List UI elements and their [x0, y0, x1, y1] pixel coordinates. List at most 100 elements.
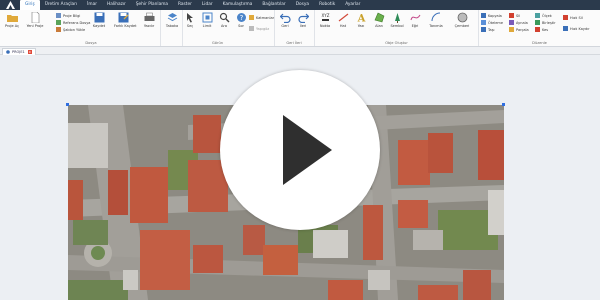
- tanimla-button[interactable]: Tanımla: [427, 12, 445, 28]
- layers-icon: [167, 13, 177, 22]
- cemberi-button[interactable]: Çemberi: [453, 12, 471, 28]
- tasi-button[interactable]: Taşı: [481, 26, 495, 33]
- proje-ac-label: Proje Aç: [4, 24, 20, 28]
- geri-button[interactable]: Geri: [276, 12, 294, 28]
- nokta-button[interactable]: XYZ Nokta: [316, 12, 334, 28]
- katmanlar-icon: [249, 15, 254, 20]
- aynala-button[interactable]: Aynala: [509, 19, 528, 26]
- parcala-button[interactable]: Parçala: [509, 26, 529, 33]
- template-icon: [56, 27, 61, 32]
- yazi-label: Yazı: [357, 24, 365, 28]
- ileri-button[interactable]: İleri: [294, 12, 312, 28]
- document-tab-strip: PROJE1 x: [0, 47, 600, 55]
- menu-item-robotik[interactable]: Robotik: [314, 0, 340, 10]
- geri-label: Geri: [281, 24, 289, 28]
- referans-dosya-label: Referans Dosya: [63, 20, 91, 25]
- play-icon: [283, 115, 332, 185]
- birlestir-button[interactable]: Birleştir: [535, 19, 556, 26]
- nokta-label: Nokta: [319, 24, 331, 28]
- query-icon: ?: [236, 13, 246, 22]
- oteleme-button[interactable]: Öteleme: [481, 19, 503, 26]
- cemberi-label: Çemberi: [454, 24, 470, 28]
- ribbon-group-dosya: Proje Aç Yeni Proje Proje Bilgi Referans…: [0, 10, 183, 46]
- ribbon-group-geri-ileri: Geri İleri Geri İleri: [274, 10, 315, 46]
- group-label-geri-ileri: Geri İleri: [286, 41, 302, 45]
- video-play-button[interactable]: [220, 70, 380, 230]
- info-icon: [56, 13, 61, 18]
- oteleme-label: Öteleme: [488, 20, 503, 25]
- kaydet-button[interactable]: Kaydet: [90, 12, 108, 28]
- explode-icon: [509, 27, 514, 32]
- symbol-icon: [394, 13, 400, 23]
- menu-item-kamulastirma[interactable]: Kamulaştırma: [218, 0, 258, 10]
- group-label-dosya: Dosya: [85, 41, 97, 45]
- proje-bilgi-button[interactable]: Proje Bilgi: [56, 12, 80, 19]
- line-icon: [338, 13, 348, 22]
- tanimla-label: Tanımla: [429, 24, 443, 28]
- document-tab-proje1[interactable]: PROJE1 x: [2, 48, 36, 55]
- tabaka-label: Tabaka: [165, 24, 179, 28]
- menu-item-raster[interactable]: Raster: [173, 0, 197, 10]
- kopyala-button[interactable]: Kopyala: [481, 12, 502, 19]
- menu-item-imar[interactable]: İmar: [82, 0, 102, 10]
- yapigozle-button[interactable]: Yapıgöz: [249, 25, 269, 32]
- kes-label: Kes: [542, 27, 549, 32]
- resize-handle-top-left[interactable]: [66, 103, 69, 106]
- ara-button[interactable]: Ara: [215, 12, 233, 28]
- join-icon: [535, 20, 540, 25]
- hat-button[interactable]: Hat: [334, 12, 352, 28]
- area-icon: [374, 12, 384, 23]
- alan-button[interactable]: Alan: [370, 12, 388, 28]
- menu-item-giris[interactable]: Giriş: [20, 0, 40, 10]
- sembol-button[interactable]: Sembol: [388, 12, 406, 28]
- menu-item-sehir-planlama[interactable]: Şehir Planlama: [131, 0, 173, 10]
- reference-file-icon: [56, 20, 61, 25]
- close-tab-icon[interactable]: x: [27, 50, 32, 54]
- menu-item-halihazir[interactable]: Halihazır: [102, 0, 131, 10]
- app-logo[interactable]: [0, 0, 20, 10]
- hizli-sil-button[interactable]: Hızlı Sil: [563, 14, 583, 21]
- menu-item-uretim-araclari[interactable]: Üretim Araçları: [40, 0, 82, 10]
- save-as-icon: [118, 12, 128, 23]
- farkli-kaydet-button[interactable]: Farklı Kaydet: [114, 12, 137, 28]
- cut-icon: [535, 27, 540, 32]
- text-icon: A: [356, 14, 365, 24]
- resize-handle-top-right[interactable]: [502, 103, 505, 106]
- limit-button[interactable]: Limit: [198, 12, 216, 28]
- arc-icon: [431, 12, 440, 22]
- egri-button[interactable]: Eğri: [406, 12, 424, 28]
- hizli-kaydir-label: Hızlı Kaydır: [570, 26, 590, 31]
- copy-icon: [481, 13, 486, 18]
- alan-label: Alan: [375, 24, 383, 28]
- menu-item-baglantilar[interactable]: Bağlantılar: [257, 0, 290, 10]
- sil-button[interactable]: Sil: [509, 12, 520, 19]
- yazdir-button[interactable]: Yazdır: [140, 12, 158, 28]
- yazi-button[interactable]: A Yazı: [352, 12, 370, 29]
- hizli-sil-label: Hızlı Sil: [570, 15, 583, 20]
- redo-icon: [297, 13, 309, 23]
- yeni-proje-button[interactable]: Yeni Proje: [26, 12, 44, 28]
- tasi-label: Taşı: [488, 27, 495, 32]
- folder-open-icon: [6, 15, 18, 22]
- proje-ac-button[interactable]: Proje Aç: [3, 12, 21, 28]
- scale-icon: [535, 13, 540, 18]
- kes-button[interactable]: Kes: [535, 26, 548, 33]
- menu-item-lidar[interactable]: Lidar: [197, 0, 218, 10]
- olcek-button[interactable]: Ölçek: [535, 12, 552, 19]
- referans-dosya-button[interactable]: Referans Dosya: [56, 19, 90, 26]
- hat-label: Hat: [339, 24, 347, 28]
- menu-item-dosya[interactable]: Dosya: [291, 0, 314, 10]
- katmanlar-button[interactable]: Katmanlar: [249, 14, 274, 21]
- search-icon: [219, 12, 229, 23]
- quick-delete-icon: [563, 15, 568, 20]
- tabaka-button[interactable]: Tabaka: [163, 12, 181, 28]
- ileri-label: İleri: [299, 24, 307, 28]
- hizli-kaydir-button[interactable]: Hızlı Kaydır: [563, 25, 590, 32]
- sablon-yukle-button[interactable]: Şablon Yükle: [56, 26, 85, 33]
- aynala-label: Aynala: [516, 20, 528, 25]
- menu-item-ayarlar[interactable]: Ayarlar: [340, 0, 365, 10]
- sor-button[interactable]: ? Sor: [232, 12, 250, 28]
- kaydet-label: Kaydet: [92, 24, 106, 28]
- quick-move-icon: [563, 26, 568, 31]
- sec-button[interactable]: Seç: [181, 12, 199, 28]
